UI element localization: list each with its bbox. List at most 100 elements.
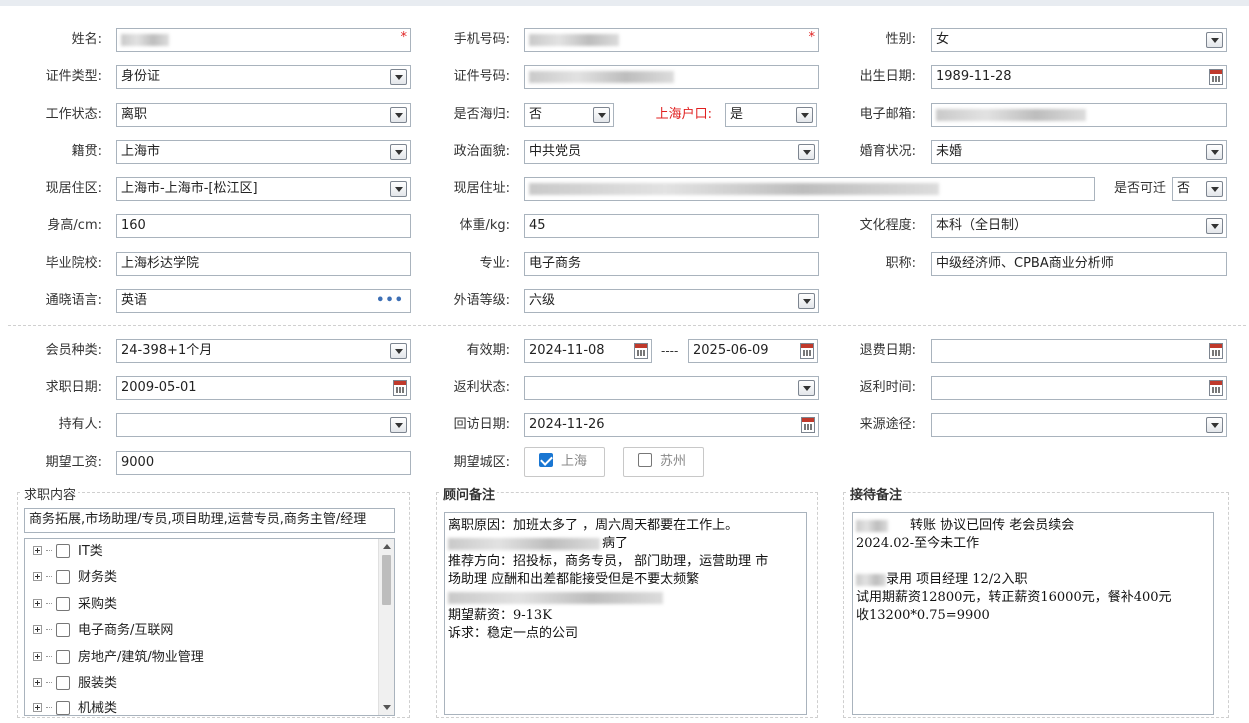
expand-icon[interactable] — [33, 572, 42, 581]
job-category-tree[interactable]: IT类 财务类 采购类 电子商务/互联网 房地产/建筑/物业管理 服装类 机械类 — [24, 538, 395, 716]
expand-icon[interactable] — [33, 703, 42, 712]
chevron-down-icon[interactable] — [1206, 181, 1223, 197]
id-number-field[interactable] — [524, 65, 819, 89]
refund-date-field[interactable] — [931, 339, 1227, 363]
relocate-select[interactable]: 否 — [1172, 177, 1227, 201]
valid-from-field[interactable]: 2024-11-08 — [524, 339, 652, 363]
scroll-up-icon[interactable] — [383, 544, 391, 549]
calendar-icon[interactable] — [1209, 343, 1223, 359]
tree-node[interactable]: 房地产/建筑/物业管理 — [33, 648, 204, 668]
chevron-down-icon[interactable] — [798, 380, 815, 396]
rebate-time-field[interactable] — [931, 376, 1227, 400]
city-option-suzhou[interactable]: 苏州 — [623, 447, 704, 477]
member-type-label: 会员种类: — [45, 343, 102, 358]
email-field[interactable] — [931, 103, 1227, 127]
marital-select[interactable]: 未婚 — [931, 140, 1227, 164]
checkbox-icon[interactable] — [56, 701, 70, 715]
expand-icon[interactable] — [33, 546, 42, 555]
scroll-down-icon[interactable] — [383, 705, 391, 710]
expand-icon[interactable] — [33, 625, 42, 634]
chevron-down-icon[interactable] — [798, 293, 815, 309]
expand-icon[interactable] — [33, 599, 42, 608]
chevron-down-icon[interactable] — [1206, 218, 1223, 234]
scroll-thumb[interactable] — [382, 555, 391, 605]
redacted-text — [448, 537, 600, 550]
visit-date-field[interactable]: 2024-11-26 — [524, 413, 819, 437]
checkbox-icon[interactable] — [56, 676, 70, 690]
lang-level-select[interactable]: 六级 — [524, 289, 819, 313]
overseas-select[interactable]: 否 — [524, 103, 614, 127]
chevron-down-icon[interactable] — [796, 107, 813, 123]
height-field[interactable]: 160 — [116, 214, 411, 238]
note-line: 2024.02-至今未工作 — [856, 536, 980, 551]
tree-scrollbar[interactable] — [378, 539, 394, 715]
rebate-status-select[interactable] — [524, 376, 819, 400]
checkbox-icon[interactable] — [56, 570, 70, 584]
valid-to-field[interactable]: 2025-06-09 — [688, 339, 818, 363]
expand-icon[interactable] — [33, 678, 42, 687]
chevron-down-icon[interactable] — [1206, 144, 1223, 160]
id-number-label: 证件号码: — [453, 69, 510, 84]
chevron-down-icon[interactable] — [390, 181, 407, 197]
tree-node[interactable]: 采购类 — [33, 595, 117, 615]
job-date-field[interactable]: 2009-05-01 — [116, 376, 411, 400]
city-option-shanghai[interactable]: 上海 — [524, 447, 605, 477]
tree-node[interactable]: 财务类 — [33, 568, 117, 588]
id-type-select[interactable]: 身份证 — [116, 65, 411, 89]
more-icon[interactable]: ••• — [376, 290, 404, 312]
calendar-icon[interactable] — [801, 417, 815, 433]
title-field[interactable]: 中级经济师、CPBA商业分析师 — [931, 252, 1227, 276]
marital-label: 婚育状况: — [859, 144, 916, 159]
weight-field[interactable]: 45 — [524, 214, 819, 238]
work-status-select[interactable]: 离职 — [116, 103, 411, 127]
salary-field[interactable]: 9000 — [116, 451, 411, 475]
job-content-summary-text: 商务拓展,市场助理/专员,项目助理,运营专员,商务主管/经理 — [29, 512, 367, 527]
residence-addr-field[interactable] — [524, 177, 1095, 201]
political-select[interactable]: 中共党员 — [524, 140, 819, 164]
gender-select[interactable]: 女 — [931, 28, 1227, 52]
chevron-down-icon[interactable] — [390, 343, 407, 359]
checkbox-icon[interactable] — [638, 453, 652, 467]
chevron-down-icon[interactable] — [390, 107, 407, 123]
tree-node[interactable]: IT类 — [33, 542, 103, 562]
job-date-value: 2009-05-01 — [121, 380, 197, 395]
hukou-select[interactable]: 是 — [725, 103, 817, 127]
language-field[interactable]: 英语 ••• — [116, 289, 411, 313]
chevron-down-icon[interactable] — [1206, 417, 1223, 433]
chevron-down-icon[interactable] — [1206, 32, 1223, 48]
member-type-select[interactable]: 24-398+1个月 — [116, 339, 411, 363]
chevron-down-icon[interactable] — [593, 107, 610, 123]
top-bar — [0, 0, 1249, 6]
reception-notes-textarea[interactable]: 转账 协议已回传 老会员续会 2024.02-至今未工作 录用 项目经理 12/… — [852, 512, 1214, 715]
checkbox-icon[interactable] — [56, 623, 70, 637]
expand-icon[interactable] — [33, 652, 42, 661]
tree-node[interactable]: 机械类 — [33, 699, 117, 715]
tree-node[interactable]: 电子商务/互联网 — [33, 621, 173, 641]
checkbox-icon[interactable] — [56, 544, 70, 558]
checkbox-checked-icon[interactable] — [539, 453, 553, 467]
checkbox-icon[interactable] — [56, 650, 70, 664]
residence-area-select[interactable]: 上海市-上海市-[松江区] — [116, 177, 411, 201]
major-field[interactable]: 电子商务 — [524, 252, 819, 276]
education-select[interactable]: 本科（全日制） — [931, 214, 1227, 238]
calendar-icon[interactable] — [1209, 69, 1223, 85]
birth-date-field[interactable]: 1989-11-28 — [931, 65, 1227, 89]
calendar-icon[interactable] — [800, 343, 814, 359]
calendar-icon[interactable] — [1209, 380, 1223, 396]
chevron-down-icon[interactable] — [798, 144, 815, 160]
calendar-icon[interactable] — [393, 380, 407, 396]
source-select[interactable] — [931, 413, 1227, 437]
tree-node[interactable]: 服装类 — [33, 674, 117, 694]
phone-field[interactable]: * — [524, 28, 819, 52]
job-content-summary[interactable]: 商务拓展,市场助理/专员,项目助理,运营专员,商务主管/经理 — [24, 508, 395, 533]
chevron-down-icon[interactable] — [390, 417, 407, 433]
holder-select[interactable] — [116, 413, 411, 437]
school-field[interactable]: 上海杉达学院 — [116, 252, 411, 276]
consultant-notes-textarea[interactable]: 离职原因：加班太多了 ，周六周天都要在工作上。 病了 推荐方向：招投标，商务专员… — [444, 512, 807, 715]
chevron-down-icon[interactable] — [390, 144, 407, 160]
chevron-down-icon[interactable] — [390, 69, 407, 85]
name-field[interactable]: * — [116, 28, 411, 52]
checkbox-icon[interactable] — [56, 597, 70, 611]
native-select[interactable]: 上海市 — [116, 140, 411, 164]
calendar-icon[interactable] — [634, 343, 648, 359]
